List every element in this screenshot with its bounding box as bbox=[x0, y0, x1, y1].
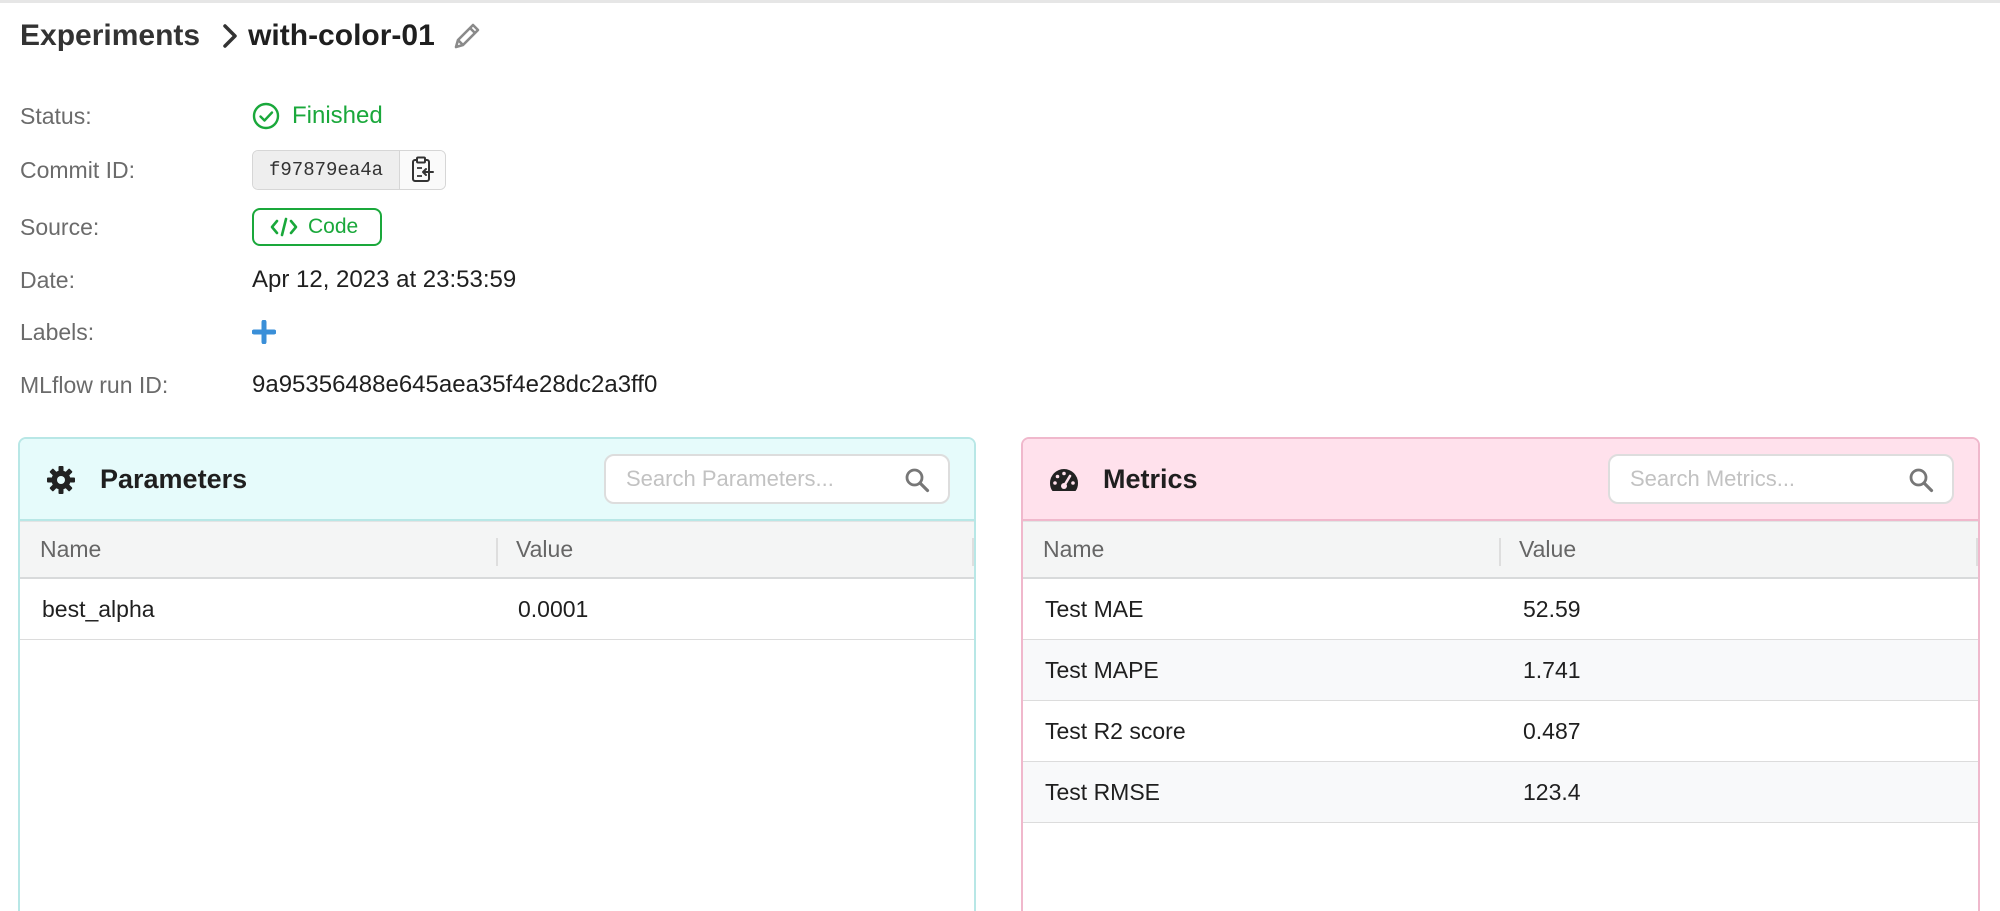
commit-label: Commit ID: bbox=[20, 156, 135, 183]
table-row[interactable]: Test RMSE 123.4 bbox=[1023, 762, 1978, 823]
status-text: Finished bbox=[292, 102, 383, 129]
gear-icon bbox=[44, 463, 78, 497]
column-header-name[interactable]: Name bbox=[1043, 536, 1104, 563]
check-circle-icon bbox=[252, 102, 280, 130]
search-icon[interactable] bbox=[1908, 467, 1934, 493]
metrics-panel: Metrics Name Value Test MAE 52.59 Test M… bbox=[1021, 437, 1980, 911]
metrics-table: Name Value Test MAE 52.59 Test MAPE 1.74… bbox=[1023, 521, 1978, 823]
metrics-table-header: Name Value bbox=[1023, 521, 1978, 579]
table-row[interactable]: Test MAE 52.59 bbox=[1023, 579, 1978, 640]
breadcrumb-experiments-link[interactable]: Experiments bbox=[20, 19, 200, 53]
copy-commit-button[interactable] bbox=[399, 151, 446, 189]
commit-id-text: f97879ea4a bbox=[253, 151, 400, 189]
parameters-table-header: Name Value bbox=[20, 521, 974, 579]
commit-id-box: f97879ea4a bbox=[252, 150, 447, 190]
top-rule bbox=[0, 0, 2000, 3]
source-code-button[interactable]: Code bbox=[252, 208, 383, 246]
labels-row: Labels: bbox=[20, 312, 920, 352]
metric-value: 1.741 bbox=[1523, 656, 1581, 683]
metrics-title: Metrics bbox=[1103, 463, 1198, 494]
source-label: Source: bbox=[20, 213, 100, 240]
commit-row: Commit ID: f97879ea4a bbox=[20, 150, 920, 190]
date-value: Apr 12, 2023 at 23:53:59 bbox=[252, 266, 517, 293]
status-value: Finished bbox=[252, 102, 383, 130]
parameters-search-input[interactable] bbox=[606, 466, 886, 492]
code-icon bbox=[270, 217, 298, 237]
pencil-icon[interactable] bbox=[451, 20, 483, 52]
metric-name: Test RMSE bbox=[1045, 778, 1161, 805]
param-name: best_alpha bbox=[42, 595, 155, 622]
parameters-header: Parameters bbox=[20, 439, 974, 521]
column-resize-handle[interactable] bbox=[1499, 538, 1501, 566]
runid-value: 9a95356488e645aea35f4e28dc2a3ff0 bbox=[252, 371, 658, 398]
parameters-panel: Parameters Name Value best_alpha 0.0001 bbox=[18, 437, 976, 911]
clipboard-icon bbox=[411, 156, 434, 182]
search-icon[interactable] bbox=[904, 467, 930, 493]
column-resize-handle[interactable] bbox=[1976, 538, 1978, 566]
page-title: with-color-01 bbox=[248, 19, 435, 52]
source-row: Source: Code bbox=[20, 207, 920, 247]
chevron-right-icon bbox=[222, 23, 238, 49]
parameters-table: Name Value best_alpha 0.0001 bbox=[20, 521, 974, 640]
table-row[interactable]: Test MAPE 1.741 bbox=[1023, 640, 1978, 701]
source-code-label: Code bbox=[308, 215, 359, 238]
column-resize-handle[interactable] bbox=[972, 538, 974, 566]
column-header-name[interactable]: Name bbox=[40, 536, 101, 563]
metric-value: 52.59 bbox=[1523, 595, 1581, 622]
labels-value bbox=[252, 320, 276, 344]
status-label: Status: bbox=[20, 102, 92, 129]
metrics-search bbox=[1608, 454, 1954, 504]
date-label: Date: bbox=[20, 266, 75, 293]
column-resize-handle[interactable] bbox=[496, 538, 498, 566]
parameters-search bbox=[604, 454, 950, 504]
breadcrumb: Experiments with-color-01 bbox=[20, 14, 483, 58]
plus-icon bbox=[252, 320, 276, 344]
param-value: 0.0001 bbox=[518, 595, 589, 622]
column-header-value[interactable]: Value bbox=[516, 536, 573, 563]
column-header-value[interactable]: Value bbox=[1519, 536, 1576, 563]
commit-value: f97879ea4a bbox=[252, 150, 447, 190]
metric-name: Test R2 score bbox=[1045, 717, 1186, 744]
metric-name: Test MAPE bbox=[1045, 656, 1159, 683]
add-label-button[interactable] bbox=[252, 320, 276, 344]
parameters-title: Parameters bbox=[100, 463, 248, 494]
status-row: Status: Finished bbox=[20, 96, 920, 136]
metrics-header: Metrics bbox=[1023, 439, 1978, 521]
status-badge: Finished bbox=[252, 102, 383, 130]
metrics-search-input[interactable] bbox=[1610, 466, 1890, 492]
labels-label: Labels: bbox=[20, 318, 95, 345]
dashboard-gauge-icon bbox=[1047, 463, 1081, 497]
runid-row: MLflow run ID: 9a95356488e645aea35f4e28d… bbox=[20, 365, 920, 405]
metric-value: 0.487 bbox=[1523, 717, 1581, 744]
runid-label: MLflow run ID: bbox=[20, 371, 169, 398]
table-row[interactable]: Test R2 score 0.487 bbox=[1023, 701, 1978, 762]
metric-value: 123.4 bbox=[1523, 778, 1581, 805]
metric-name: Test MAE bbox=[1045, 595, 1144, 622]
table-row[interactable]: best_alpha 0.0001 bbox=[20, 579, 974, 640]
date-row: Date: Apr 12, 2023 at 23:53:59 bbox=[20, 260, 920, 300]
source-value: Code bbox=[252, 208, 383, 246]
